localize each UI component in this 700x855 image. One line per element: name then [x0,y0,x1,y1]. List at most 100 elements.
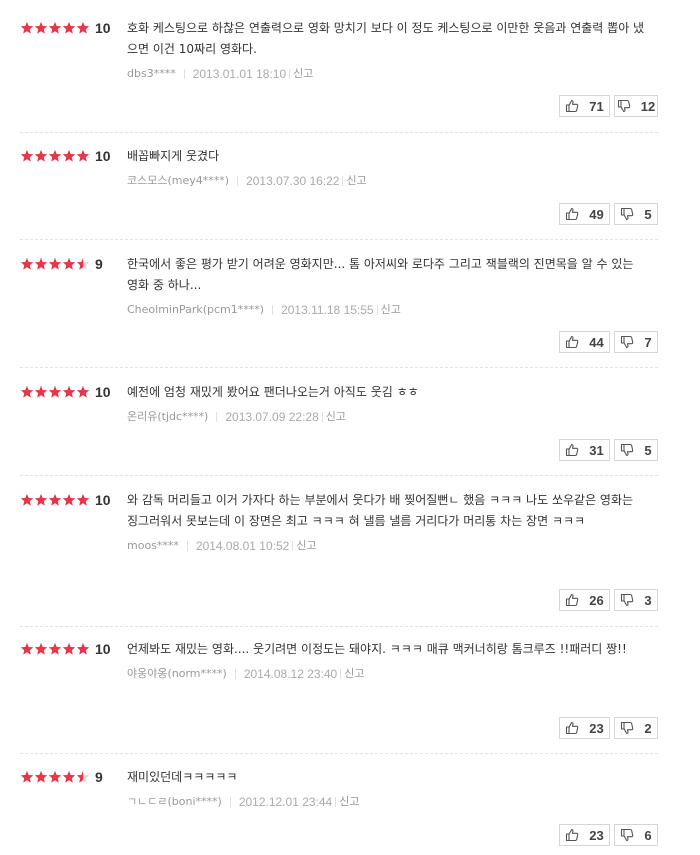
review-content: 호화 케스팅으로 하찮은 연출력으로 영화 망치기 보다 이 정도 케스팅으로 … [127,18,647,82]
thumbs-down-icon [617,99,636,113]
review-text: 언제봐도 재밌는 영화.... 웃기려면 이정도는 돼야지. ㅋㅋㅋ 매큐 맥커… [127,642,627,656]
report-link[interactable]: 신고 [381,302,401,318]
star-icon [62,21,76,34]
star-icon [34,642,48,655]
rating: 9 [20,256,103,272]
meta-divider [335,797,337,807]
star-icon [76,21,90,34]
rating: 10 [20,384,111,400]
review-author[interactable]: 야옹야옹(norm****) [127,666,227,682]
dislike-button[interactable]: 3 [614,589,658,611]
dislike-count: 3 [644,592,652,608]
like-count: 23 [589,720,604,736]
review-text: 재미있던데ㅋㅋㅋㅋㅋ [127,770,238,784]
review-author[interactable]: 온리유(tjdc****) [127,409,208,425]
thumbs-down-icon [620,721,639,735]
like-button[interactable]: 26 [559,589,610,611]
dislike-button[interactable]: 5 [614,203,658,225]
review-date: 2014.08.01 10:52 [195,539,290,553]
review-author[interactable]: moos**** [127,538,179,554]
dislike-button[interactable]: 12 [614,95,658,117]
review-content: 한국에서 좋은 평가 받기 어려운 영화지만... 톰 아저씨와 로다주 그리고… [127,254,647,318]
dislike-button[interactable]: 7 [614,331,658,353]
thumbs-up-icon [565,207,584,221]
review-content: 언제봐도 재밌는 영화.... 웃기려면 이정도는 돼야지. ㅋㅋㅋ 매큐 맥커… [127,639,647,682]
review-author[interactable]: 코스모스(mey4****) [127,173,229,189]
dislike-count: 2 [644,720,652,736]
review-list: 10 호화 케스팅으로 하찮은 연출력으로 영화 망치기 보다 이 정도 케스팅… [0,0,700,855]
review-author[interactable]: CheolminPark(pcm1****) [127,302,264,318]
star-icon [62,385,76,398]
meta-divider [321,412,323,422]
review-meta: 야옹야옹(norm****) 2014.08.12 23:40 신고 [127,666,647,682]
dislike-button[interactable]: 2 [614,717,658,739]
star-rating [20,385,90,399]
star-icon [48,770,62,783]
vote-buttons: 49 5 [559,203,658,225]
report-link[interactable]: 신고 [326,409,346,425]
rating: 10 [20,492,111,508]
star-icon [20,493,34,506]
report-link[interactable]: 신고 [293,66,313,82]
star-icon [62,149,76,162]
star-icon [76,149,90,162]
star-icon [20,385,34,398]
report-link[interactable]: 신고 [339,794,359,810]
meta-divider [289,69,291,79]
vote-buttons: 23 2 [559,717,658,739]
star-icon [48,642,62,655]
review-divider [20,239,658,240]
thumbs-up-icon [565,335,584,349]
star-icon [62,770,76,783]
star-icon [62,257,76,270]
review-item: 10 와 감독 머리들고 이거 가자다 하는 부분에서 웃다가 배 찢어질뻔ㄴ … [20,492,658,627]
meta-divider [229,797,231,807]
like-button[interactable]: 31 [559,439,610,461]
review-item: 9 한국에서 좋은 평가 받기 어려운 영화지만... 톰 아저씨와 로다주 그… [20,254,658,368]
review-meta: moos**** 2014.08.01 10:52 신고 [127,538,647,554]
dislike-count: 5 [644,206,652,222]
dislike-button[interactable]: 5 [614,439,658,461]
dislike-count: 7 [644,334,652,350]
like-button[interactable]: 23 [559,717,610,739]
like-button[interactable]: 23 [559,824,610,846]
like-button[interactable]: 49 [559,203,610,225]
rating-score: 10 [95,148,111,164]
star-icon [76,493,90,506]
like-button[interactable]: 44 [559,331,610,353]
review-author[interactable]: dbs3**** [127,66,176,82]
star-icon [62,642,76,655]
report-link[interactable]: 신고 [344,666,364,682]
review-divider [20,626,658,627]
star-rating [20,642,90,656]
review-author[interactable]: ㄱㄴㄷㄹ(boni****) [127,794,222,810]
review-divider [20,132,658,133]
star-icon [76,257,90,270]
vote-buttons: 71 12 [559,95,658,117]
star-rating [20,149,90,163]
star-icon [20,257,34,270]
review-date: 2013.11.18 15:55 [281,303,374,317]
review-meta: 온리유(tjdc****) 2013.07.09 22:28 신고 [127,409,647,425]
meta-divider [234,669,236,679]
star-rating [20,770,90,784]
review-text: 한국에서 좋은 평가 받기 어려운 영화지만... 톰 아저씨와 로다주 그리고… [127,257,634,292]
thumbs-up-icon [565,828,584,842]
review-content: 예전에 엄청 재밌게 봤어요 팬더나오는거 아직도 웃김 ㅎㅎ 온리유(tjdc… [127,382,647,425]
like-count: 26 [589,592,604,608]
thumbs-down-icon [620,335,639,349]
meta-divider [183,69,185,79]
thumbs-up-icon [565,443,584,457]
vote-buttons: 44 7 [559,331,658,353]
meta-divider [292,541,294,551]
report-link[interactable]: 신고 [296,538,316,554]
dislike-button[interactable]: 6 [614,824,658,846]
review-date: 2012.12.01 23:44 [238,795,333,809]
review-meta: dbs3**** 2013.01.01 18:10 신고 [127,66,647,82]
report-link[interactable]: 신고 [346,173,366,189]
rating: 10 [20,20,111,36]
like-button[interactable]: 71 [559,95,610,117]
star-icon [76,642,90,655]
rating: 10 [20,641,111,657]
review-date: 2013.07.09 22:28 [225,410,319,424]
